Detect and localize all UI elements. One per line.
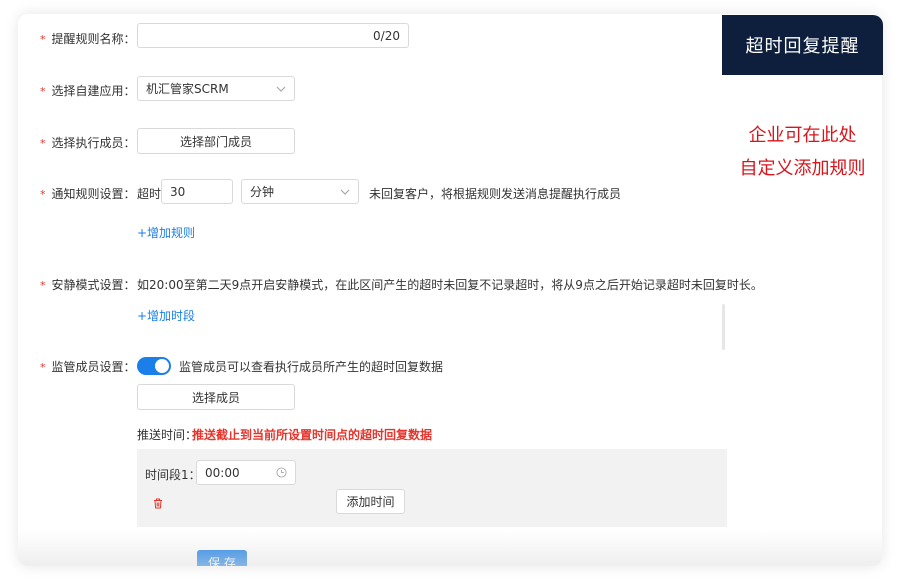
select-department-button[interactable]: 选择部门成员 xyxy=(137,128,295,154)
app-select[interactable]: 机汇管家SCRM xyxy=(137,76,295,101)
app-select-value: 机汇管家SCRM xyxy=(146,82,229,96)
period-time-input[interactable]: 00:00 xyxy=(196,460,296,485)
unit-select[interactable]: 分钟 xyxy=(241,179,359,204)
period-label: 时间段1： xyxy=(145,468,201,482)
scrollbar[interactable] xyxy=(722,304,725,350)
supervisor-toggle[interactable] xyxy=(137,357,171,375)
toggle-knob xyxy=(155,359,169,373)
timeout-value: 30 xyxy=(170,184,186,199)
feature-badge: 超时回复提醒 xyxy=(722,15,883,75)
chevron-down-icon xyxy=(340,189,350,195)
quiet-description: 如20:00至第二天9点开启安静模式，在此区间产生的超时未回复不记录超时，将从9… xyxy=(137,278,763,292)
add-rule-link[interactable]: +增加规则 xyxy=(137,224,195,241)
notify-prefix: 超时 xyxy=(137,187,162,201)
push-time-label: 推送时间： xyxy=(137,428,198,442)
app-label: * 选择自建应用： xyxy=(40,84,136,98)
clock-icon xyxy=(276,467,287,478)
add-time-button[interactable]: 添加时间 xyxy=(336,489,405,514)
executor-label: * 选择执行成员： xyxy=(40,136,136,150)
select-members-button[interactable]: 选择成员 xyxy=(137,384,295,410)
bottom-fade xyxy=(18,530,882,566)
rule-name-label: * 提醒规则名称： xyxy=(40,32,136,46)
unit-select-value: 分钟 xyxy=(250,185,275,199)
push-time-note: 推送截止到当前所设置时间点的超时回复数据 xyxy=(192,428,433,442)
rule-name-counter: 0/20 xyxy=(373,28,400,43)
annotation-line-2: 自定义添加规则 xyxy=(739,158,866,179)
trash-icon[interactable] xyxy=(153,498,163,509)
annotation-line-1: 企业可在此处 xyxy=(748,125,857,146)
chevron-down-icon xyxy=(276,86,286,92)
supervisor-label: * 监管成员设置： xyxy=(40,360,136,374)
notify-description: 未回复客户，将根据规则发送消息提醒执行成员 xyxy=(369,187,622,201)
rule-form-card: * 提醒规则名称： 0/20 * 选择自建应用： 机汇管家SCRM * 选择执行成员：… xyxy=(18,14,882,566)
notify-label: * 通知规则设置： xyxy=(40,187,136,201)
push-time-panel: 时间段1： 00:00 添加时间 xyxy=(137,449,727,527)
add-period-link[interactable]: +增加时段 xyxy=(137,307,195,324)
quiet-label: * 安静模式设置： xyxy=(40,278,136,292)
save-button[interactable]: 保 存 xyxy=(197,550,247,566)
period-time-value: 00:00 xyxy=(205,465,240,480)
supervisor-toggle-text: 监管成员可以查看执行成员所产生的超时回复数据 xyxy=(179,360,444,374)
timeout-input[interactable]: 30 xyxy=(161,179,233,204)
rule-name-input[interactable]: 0/20 xyxy=(137,23,409,48)
